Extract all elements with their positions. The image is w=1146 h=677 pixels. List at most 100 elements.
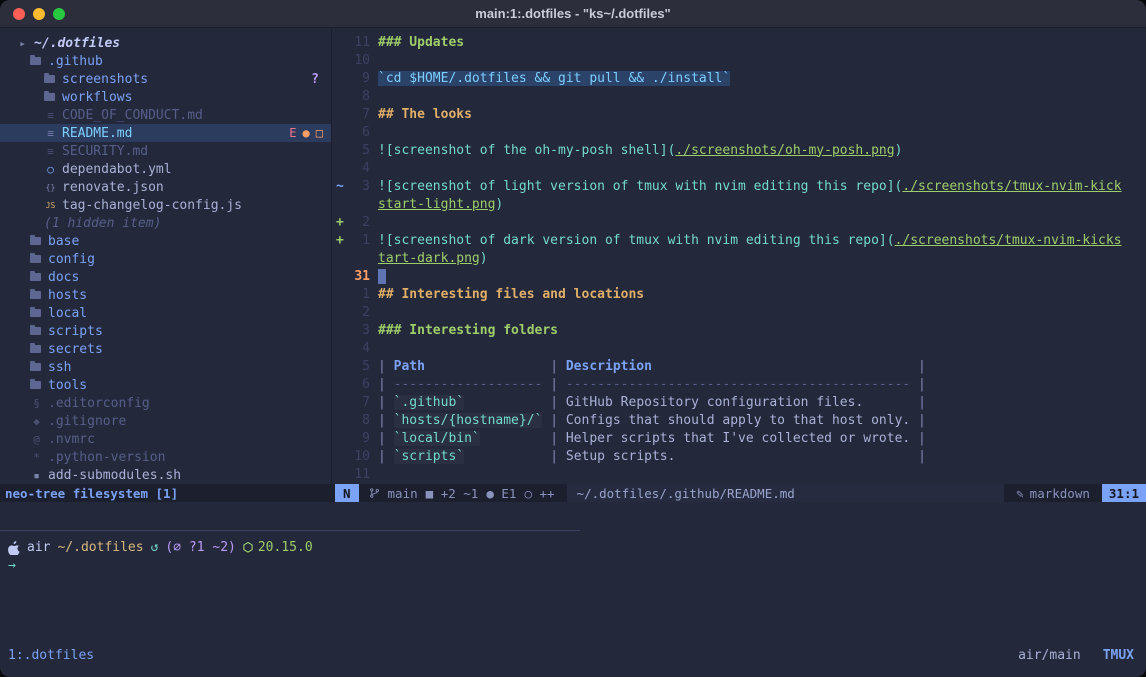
json-file-icon: {} — [44, 183, 57, 192]
tree-item-base[interactable]: base — [0, 232, 331, 250]
editor-line[interactable]: 1## Interesting files and locations — [332, 285, 1146, 303]
tree-item-github[interactable]: .github — [0, 52, 331, 70]
tree-item-add-submodules-sh[interactable]: ▪add-submodules.sh — [0, 466, 331, 484]
tree-item-tools[interactable]: tools — [0, 376, 331, 394]
editor-line[interactable]: 9| `local/bin` | Helper scripts that I'v… — [332, 429, 1146, 447]
tree-item-label: SECURITY.md — [62, 144, 148, 159]
line-number: 2 — [344, 305, 370, 320]
editor-line[interactable]: 11### Updates — [332, 33, 1146, 51]
gitsign-add: + — [332, 215, 344, 230]
nvim-workspace: ▸~/.dotfiles .githubscreenshots?workflows… — [0, 28, 1146, 484]
tree-item-label: renovate.json — [62, 180, 164, 195]
gitsign-add: + — [332, 233, 344, 248]
tree-item-python-version[interactable]: *.python-version — [0, 448, 331, 466]
editor-line[interactable]: 10 — [332, 51, 1146, 69]
git-status-segment: main ■ +2 ~1 ● E1 ○ ++ — [369, 486, 555, 501]
gitsign-empty — [332, 269, 344, 284]
gitsign-empty — [332, 53, 344, 68]
nvim-statusline: neo-tree filesystem [1] N main ■ +2 ~1 ●… — [0, 484, 1146, 502]
tree-item-screenshots[interactable]: screenshots? — [0, 70, 331, 88]
tree-item-config[interactable]: config — [0, 250, 331, 268]
neo-tree-panel[interactable]: ▸~/.dotfiles .githubscreenshots?workflows… — [0, 28, 331, 484]
editor-line[interactable]: start-light.png) — [332, 195, 1146, 213]
window-title: main:1:.dotfiles - "ks~/.dotfiles" — [0, 6, 1146, 21]
line-number: 1 — [344, 233, 370, 248]
tree-item-docs[interactable]: docs — [0, 268, 331, 286]
editor-line[interactable]: 11 — [332, 465, 1146, 483]
tree-item-security-md[interactable]: ≡SECURITY.md — [0, 142, 331, 160]
tree-item-workflows[interactable]: workflows — [0, 88, 331, 106]
tree-item-tag-changelog-config-js[interactable]: JStag-changelog-config.js — [0, 196, 331, 214]
editor-line[interactable]: 2 — [332, 303, 1146, 321]
tree-item-readme-md[interactable]: ≡README.mdE●□ — [0, 124, 331, 142]
editor-line[interactable]: 31 — [332, 267, 1146, 285]
tree-item-1-hidden-item[interactable]: (1 hidden item) — [0, 214, 331, 232]
editor-line[interactable]: 7## The looks — [332, 105, 1146, 123]
prompt-host: air — [27, 540, 50, 555]
editor-line[interactable]: tart-dark.png) — [332, 249, 1146, 267]
tree-item-nvmrc[interactable]: @.nvmrc — [0, 430, 331, 448]
diagnostics-count: ● E1 — [486, 486, 516, 501]
gitsign-empty — [332, 89, 344, 104]
editor-panel[interactable]: 11### Updates 10 9`cd $HOME/.dotfiles &&… — [331, 28, 1146, 484]
tree-item-renovate-json[interactable]: {} renovate.json — [0, 178, 331, 196]
tree-item-ssh[interactable]: ssh — [0, 358, 331, 376]
tree-item-code-of-conduct-md[interactable]: ≡CODE_OF_CONDUCT.md — [0, 106, 331, 124]
line-number: 9 — [344, 431, 370, 446]
editor-line[interactable]: 4 — [332, 339, 1146, 357]
line-number: 7 — [344, 107, 370, 122]
editor-line[interactable]: 6| ------------------- | ---------------… — [332, 375, 1146, 393]
tmux-window-label[interactable]: 1:.dotfiles — [8, 648, 94, 663]
tree-item-label: local — [48, 306, 87, 321]
editor-line[interactable]: 4 — [332, 159, 1146, 177]
editor-line[interactable]: 8 — [332, 87, 1146, 105]
editor-line[interactable]: 6 — [332, 123, 1146, 141]
statusline-extra: ○ ++ — [524, 486, 554, 501]
shell-pane[interactable]: air ~/.dotfiles ↺ (⌀ ?1 ~2) 20.15.0 → — [0, 502, 1146, 644]
tree-item-dotfiles[interactable]: ▸~/.dotfiles — [0, 34, 331, 52]
yml-file-icon: ○ — [44, 163, 57, 176]
tree-item-scripts[interactable]: scripts — [0, 322, 331, 340]
tree-item-label: base — [48, 234, 79, 249]
editor-line[interactable]: 8| `hosts/{hostname}/` | Configs that sh… — [332, 411, 1146, 429]
tree-item-local[interactable]: local — [0, 304, 331, 322]
folder-icon — [30, 237, 41, 245]
line-text: | ------------------- | ----------------… — [378, 377, 926, 392]
line-number: 31 — [344, 269, 370, 284]
tree-item-editorconfig[interactable]: §.editorconfig — [0, 394, 331, 412]
editor-line[interactable]: 7| `.github` | GitHub Repository configu… — [332, 393, 1146, 411]
line-number: 6 — [344, 125, 370, 140]
tree-item-label: config — [48, 252, 95, 267]
editor-line[interactable]: 5![screenshot of the oh-my-posh shell](.… — [332, 141, 1146, 159]
folder-icon — [44, 93, 55, 101]
editor-line[interactable]: 3### Interesting folders — [332, 321, 1146, 339]
editor-line[interactable]: +2 — [332, 213, 1146, 231]
line-text: | `.github` | GitHub Repository configur… — [378, 395, 926, 410]
editor-line[interactable]: +1 ![screenshot of dark version of tmux w… — [332, 231, 1146, 249]
tree-item-secrets[interactable]: secrets — [0, 340, 331, 358]
diff-counts: ■ +2 ~1 — [426, 486, 479, 501]
line-number: 8 — [344, 413, 370, 428]
tree-item-label: docs — [48, 270, 79, 285]
line-text: ![screenshot of dark version of tmux wit… — [378, 233, 1122, 248]
gitsign-empty — [332, 395, 344, 410]
tree-item-gitignore[interactable]: ◆.gitignore — [0, 412, 331, 430]
at-file-icon: @ — [30, 433, 43, 446]
editor-line[interactable]: 9`cd $HOME/.dotfiles && git pull && ./in… — [332, 69, 1146, 87]
editor-line[interactable]: 10| `scripts` | Setup scripts. | — [332, 447, 1146, 465]
tree-item-hosts[interactable]: hosts — [0, 286, 331, 304]
gitsign-empty — [332, 125, 344, 140]
js-file-icon: JS — [44, 201, 57, 210]
line-number: 5 — [344, 143, 370, 158]
line-number: 11 — [344, 35, 370, 50]
tree-item-label: .github — [48, 54, 103, 69]
prompt-arrow: → — [8, 558, 16, 573]
gitsign-empty — [332, 431, 344, 446]
editor-line[interactable]: 5| Path | Description | — [332, 357, 1146, 375]
gitsign-empty — [332, 287, 344, 302]
tree-item-label: ~/.dotfiles — [34, 36, 120, 51]
line-text: `cd $HOME/.dotfiles && git pull && ./ins… — [378, 71, 730, 86]
tree-item-label: screenshots — [62, 72, 148, 87]
tree-item-dependabot-yml[interactable]: ○dependabot.yml — [0, 160, 331, 178]
editor-line[interactable]: ~3![screenshot of light version of tmux … — [332, 177, 1146, 195]
